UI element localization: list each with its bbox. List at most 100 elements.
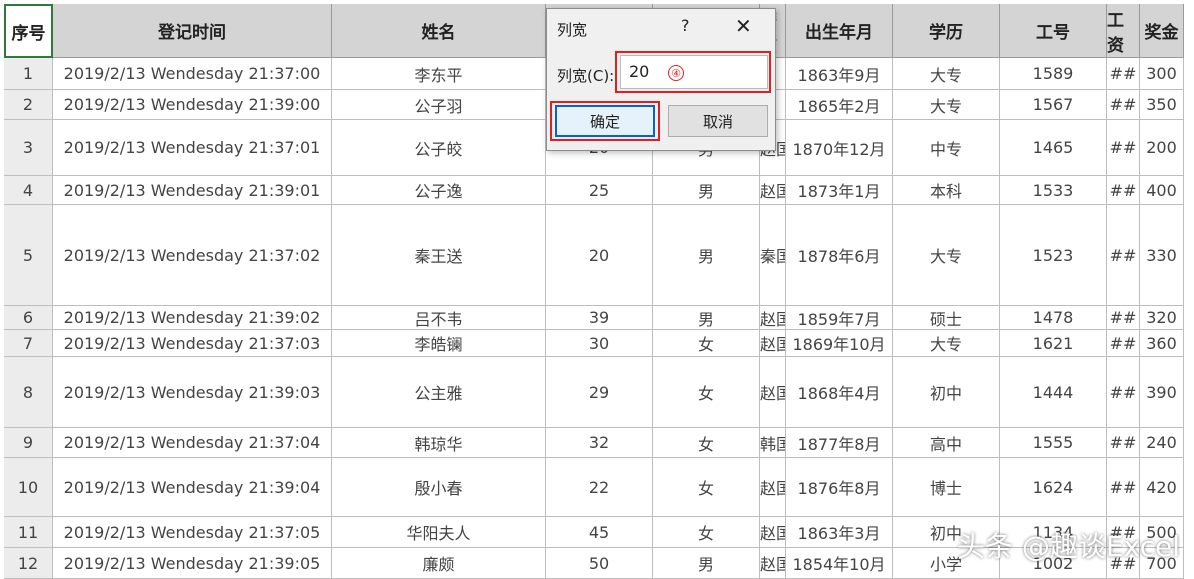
cell-education[interactable]: 大专: [893, 58, 1000, 90]
cell-seq[interactable]: 8: [4, 357, 53, 428]
cell-birth[interactable]: 1854年10月: [786, 548, 893, 579]
cell-name[interactable]: 李东平: [332, 58, 546, 90]
cell-salary[interactable]: ##: [1107, 176, 1140, 205]
cell-origin[interactable]: 赵国: [760, 357, 786, 428]
cell-sex[interactable]: 女: [653, 428, 760, 458]
cell-name[interactable]: 吕不韦: [332, 306, 546, 330]
cell-seq[interactable]: 2: [4, 90, 53, 120]
cell-seq[interactable]: 5: [4, 205, 53, 306]
cell-seq[interactable]: 6: [4, 306, 53, 330]
cell-seq[interactable]: 1: [4, 58, 53, 90]
cell-name[interactable]: 殷小春: [332, 458, 546, 517]
cell-origin[interactable]: 秦国: [760, 205, 786, 306]
cell-birth[interactable]: 1870年12月: [786, 120, 893, 176]
cell-name[interactable]: 廉颇: [332, 548, 546, 579]
cell-seq[interactable]: 7: [4, 330, 53, 357]
cell-bonus[interactable]: 320: [1140, 306, 1184, 330]
cell-education[interactable]: 初中: [893, 357, 1000, 428]
cell-register-time[interactable]: 2019/2/13 Wendesday 21:39:04: [53, 458, 332, 517]
header-bonus[interactable]: 奖金: [1140, 4, 1184, 58]
cell-birth[interactable]: 1863年9月: [786, 58, 893, 90]
cell-education[interactable]: 中专: [893, 120, 1000, 176]
cell-salary[interactable]: ##: [1107, 458, 1140, 517]
cell-bonus[interactable]: 240: [1140, 428, 1184, 458]
cell-birth[interactable]: 1859年7月: [786, 306, 893, 330]
cell-employee-id[interactable]: 1465: [1000, 120, 1107, 176]
cell-birth[interactable]: 1863年3月: [786, 517, 893, 548]
cell-seq[interactable]: 9: [4, 428, 53, 458]
cell-origin[interactable]: 赵国: [760, 330, 786, 357]
cell-employee-id[interactable]: 1589: [1000, 58, 1107, 90]
cell-sex[interactable]: 女: [653, 458, 760, 517]
cell-seq[interactable]: 11: [4, 517, 53, 548]
cell-education[interactable]: 高中: [893, 428, 1000, 458]
cell-birth[interactable]: 1873年1月: [786, 176, 893, 205]
cell-register-time[interactable]: 2019/2/13 Wendesday 21:37:01: [53, 120, 332, 176]
cell-register-time[interactable]: 2019/2/13 Wendesday 21:39:02: [53, 306, 332, 330]
cell-register-time[interactable]: 2019/2/13 Wendesday 21:39:05: [53, 548, 332, 579]
cell-salary[interactable]: ##: [1107, 306, 1140, 330]
cell-salary[interactable]: ##: [1107, 330, 1140, 357]
cell-education[interactable]: 大专: [893, 90, 1000, 120]
cell-age[interactable]: 25: [546, 176, 653, 205]
cell-register-time[interactable]: 2019/2/13 Wendesday 21:39:03: [53, 357, 332, 428]
cell-birth[interactable]: 1877年8月: [786, 428, 893, 458]
cell-origin[interactable]: 赵国: [760, 458, 786, 517]
cell-education[interactable]: 本科: [893, 176, 1000, 205]
cell-name[interactable]: 公子逸: [332, 176, 546, 205]
cell-origin[interactable]: 韩国: [760, 428, 786, 458]
cell-seq[interactable]: 10: [4, 458, 53, 517]
cell-name[interactable]: 李皓镧: [332, 330, 546, 357]
cell-birth[interactable]: 1878年6月: [786, 205, 893, 306]
cell-name[interactable]: 秦王送: [332, 205, 546, 306]
header-salary[interactable]: 工资: [1107, 4, 1140, 58]
cell-employee-id[interactable]: 1624: [1000, 458, 1107, 517]
cell-name[interactable]: 公子皎: [332, 120, 546, 176]
cell-bonus[interactable]: 420: [1140, 458, 1184, 517]
cell-employee-id[interactable]: 1478: [1000, 306, 1107, 330]
cell-sex[interactable]: 男: [653, 548, 760, 579]
cell-name[interactable]: 公主雅: [332, 357, 546, 428]
header-birth[interactable]: 出生年月: [786, 4, 893, 58]
cell-salary[interactable]: ##: [1107, 205, 1140, 306]
header-register-time[interactable]: 登记时间: [53, 4, 332, 58]
cell-register-time[interactable]: 2019/2/13 Wendesday 21:37:03: [53, 330, 332, 357]
cell-register-time[interactable]: 2019/2/13 Wendesday 21:37:05: [53, 517, 332, 548]
close-icon[interactable]: ✕: [735, 14, 752, 38]
cell-age[interactable]: 22: [546, 458, 653, 517]
cancel-button[interactable]: 取消: [668, 105, 768, 137]
cell-employee-id[interactable]: 1621: [1000, 330, 1107, 357]
cell-register-time[interactable]: 2019/2/13 Wendesday 21:37:00: [53, 58, 332, 90]
cell-bonus[interactable]: 330: [1140, 205, 1184, 306]
cell-seq[interactable]: 3: [4, 120, 53, 176]
cell-salary[interactable]: ##: [1107, 357, 1140, 428]
cell-birth[interactable]: 1868年4月: [786, 357, 893, 428]
cell-sex[interactable]: 男: [653, 176, 760, 205]
cell-bonus[interactable]: 400: [1140, 176, 1184, 205]
cell-origin[interactable]: 赵国: [760, 548, 786, 579]
cell-education[interactable]: 博士: [893, 458, 1000, 517]
cell-salary[interactable]: ##: [1107, 428, 1140, 458]
header-seq[interactable]: 序号: [4, 4, 53, 58]
cell-origin[interactable]: 赵国: [760, 517, 786, 548]
cell-sex[interactable]: 女: [653, 330, 760, 357]
cell-bonus[interactable]: 350: [1140, 90, 1184, 120]
cell-age[interactable]: 39: [546, 306, 653, 330]
cell-name[interactable]: 华阳夫人: [332, 517, 546, 548]
cell-age[interactable]: 29: [546, 357, 653, 428]
header-employee-id[interactable]: 工号: [1000, 4, 1107, 58]
cell-age[interactable]: 20: [546, 205, 653, 306]
cell-origin[interactable]: 赵国: [760, 306, 786, 330]
cell-bonus[interactable]: 360: [1140, 330, 1184, 357]
cell-salary[interactable]: ##: [1107, 120, 1140, 176]
cell-register-time[interactable]: 2019/2/13 Wendesday 21:39:01: [53, 176, 332, 205]
cell-sex[interactable]: 男: [653, 306, 760, 330]
help-icon[interactable]: ?: [681, 16, 690, 35]
cell-employee-id[interactable]: 1567: [1000, 90, 1107, 120]
cell-age[interactable]: 45: [546, 517, 653, 548]
cell-bonus[interactable]: 200: [1140, 120, 1184, 176]
cell-employee-id[interactable]: 1555: [1000, 428, 1107, 458]
cell-register-time[interactable]: 2019/2/13 Wendesday 21:39:00: [53, 90, 332, 120]
header-name[interactable]: 姓名: [332, 4, 546, 58]
header-education[interactable]: 学历: [893, 4, 1000, 58]
